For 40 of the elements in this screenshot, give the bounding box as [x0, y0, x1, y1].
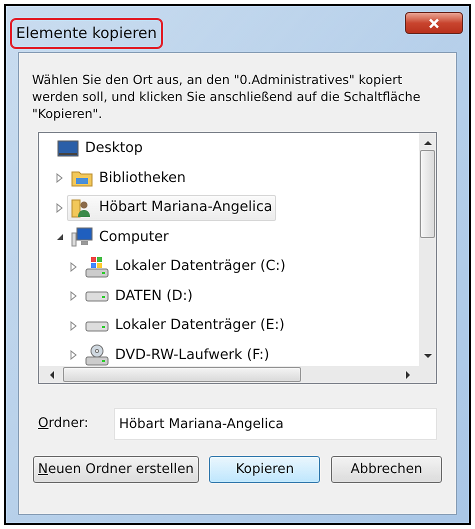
- tree-item[interactable]: DATEN (D:): [81, 283, 197, 310]
- user-folder-icon: [71, 198, 93, 218]
- horizontal-scrollbar[interactable]: [39, 366, 436, 383]
- expand-arrow-icon[interactable]: [70, 262, 78, 272]
- drive-icon: [85, 256, 109, 278]
- close-button[interactable]: [405, 12, 463, 34]
- tree-item[interactable]: Bibliotheken: [67, 165, 190, 192]
- expand-arrow-icon[interactable]: [56, 202, 64, 213]
- tree-item[interactable]: Computer: [67, 224, 173, 250]
- scroll-left-arrow-icon[interactable]: [49, 370, 54, 378]
- tree-item[interactable]: Höbart Mariana-Angelica: [67, 194, 276, 221]
- scrollbar-thumb[interactable]: [420, 150, 435, 238]
- vertical-scrollbar[interactable]: [419, 133, 436, 366]
- drive-icon: [85, 290, 109, 302]
- folder-name-field[interactable]: Höbart Mariana-Angelica: [114, 408, 437, 440]
- expand-arrow-icon[interactable]: [56, 173, 64, 184]
- dvd-drive-icon: [85, 344, 109, 366]
- scroll-up-arrow-icon[interactable]: [424, 140, 432, 145]
- desktop-icon: [57, 140, 79, 158]
- scroll-right-arrow-icon[interactable]: [406, 370, 411, 378]
- collapse-arrow-icon[interactable]: [56, 233, 64, 242]
- dialog-button[interactable]: Neuen Ordner erstellen: [33, 456, 199, 483]
- dialog-button[interactable]: Abbrechen: [331, 456, 442, 483]
- expand-arrow-icon[interactable]: [70, 291, 78, 302]
- expand-arrow-icon[interactable]: [70, 350, 78, 360]
- tree-item[interactable]: DVD-RW-Laufwerk (F:): [81, 342, 274, 366]
- window-title: Elemente kopieren: [10, 18, 163, 48]
- tree-item[interactable]: Lokaler Datenträger (C:): [81, 254, 290, 280]
- drive-icon: [85, 320, 109, 332]
- tree-item[interactable]: Desktop: [53, 136, 147, 162]
- computer-icon: [71, 227, 93, 248]
- folder-label: Ordner:: [38, 415, 90, 434]
- folder-icon: [71, 169, 93, 188]
- close-icon: [428, 18, 440, 28]
- scroll-down-arrow-icon[interactable]: [424, 354, 432, 359]
- scrollbar-thumb[interactable]: [63, 367, 301, 382]
- instruction-text: Wählen Sie den Ort aus, an den "0.Administratives" kopiert werden soll, und klicken Sie anschließend auf die Schaltfläche "Kopieren".: [32, 71, 422, 122]
- tree-item[interactable]: Lokaler Datenträger (E:): [81, 312, 289, 339]
- dialog-button[interactable]: Kopieren: [209, 456, 320, 483]
- expand-arrow-icon[interactable]: [70, 320, 78, 331]
